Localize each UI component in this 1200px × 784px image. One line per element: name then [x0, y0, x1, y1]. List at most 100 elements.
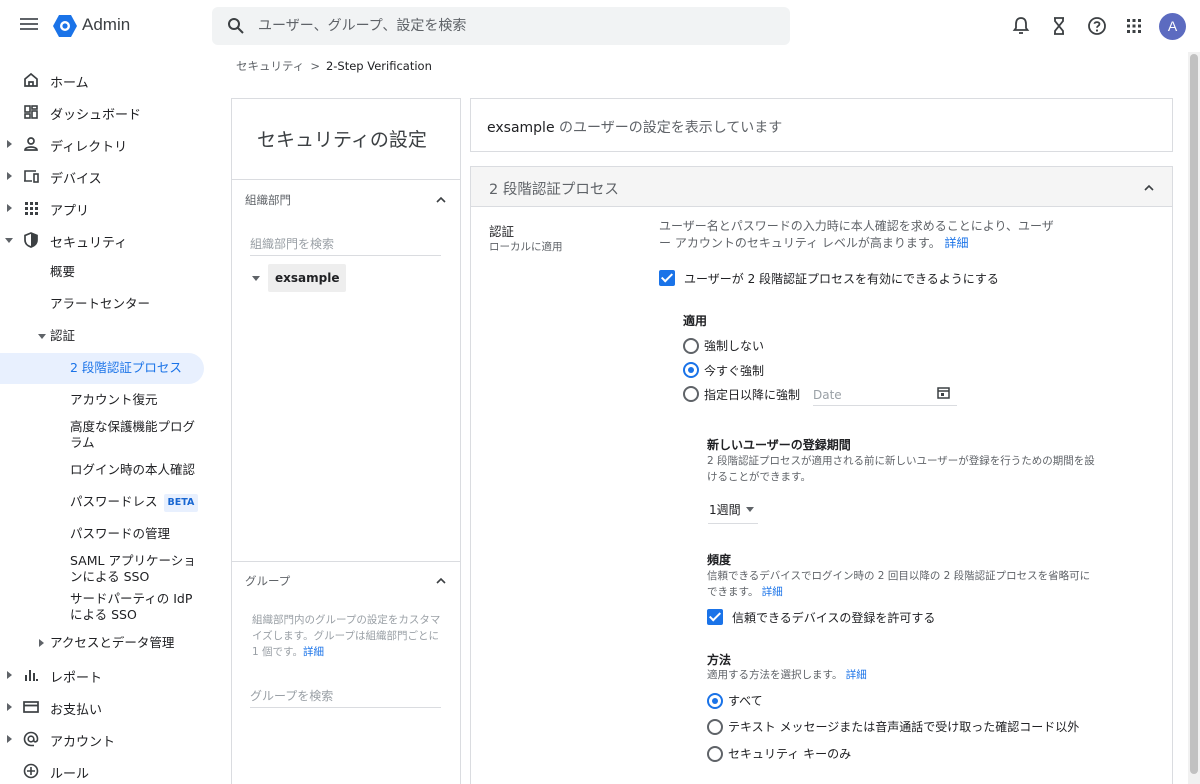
chevron-up-icon[interactable]	[436, 576, 446, 586]
sidebar-item-alert-center[interactable]: アラートセンター	[0, 289, 204, 319]
dropdown-arrow-icon	[746, 507, 754, 512]
method-all-radio[interactable]	[707, 693, 723, 709]
enforcement-title: 適用	[683, 314, 708, 328]
search-icon	[228, 18, 244, 34]
enforce-now-label: 今すぐ強制	[704, 364, 765, 378]
sidebar-item-authentication[interactable]: 認証	[0, 321, 204, 351]
expand-caret-icon[interactable]	[7, 735, 12, 743]
sidebar-item-third-party-idp-sso[interactable]: サードパーティの IdP による SSO	[0, 587, 204, 625]
sidebar-item-login-challenge[interactable]: ログイン時の本人確認	[0, 455, 204, 485]
expand-caret-icon[interactable]	[7, 204, 12, 212]
apps-grid-icon	[25, 202, 38, 215]
org-unit-search-input[interactable]	[250, 232, 441, 256]
method-except-sms-label: テキスト メッセージまたは音声通話で受け取った確認コード以外	[728, 720, 1080, 734]
sidebar-item-password-management[interactable]: パスワードの管理	[0, 519, 204, 549]
help-icon[interactable]	[1086, 15, 1108, 37]
enforce-date-input[interactable]	[813, 384, 957, 406]
expand-caret-icon[interactable]	[7, 703, 12, 711]
sidebar-item-overview[interactable]: 概要	[0, 257, 204, 287]
method-security-key-radio[interactable]	[707, 746, 723, 762]
sidebar-item-passwordless[interactable]: パスワードレス BETA	[0, 487, 204, 517]
apps-launcher-icon[interactable]	[1123, 15, 1145, 37]
sidebar-item-access-data-control[interactable]: アクセスとデータ管理	[0, 628, 204, 658]
sidebar-item-account[interactable]: アカウント	[0, 724, 204, 754]
expand-caret-icon[interactable]	[7, 140, 12, 148]
method-except-sms-radio[interactable]	[707, 719, 723, 735]
breadcrumb-parent[interactable]: セキュリティ	[236, 59, 304, 73]
enforce-off-radio[interactable]	[683, 338, 699, 354]
sidebar-item-label: 高度な保護機能プログラム	[70, 419, 196, 450]
sidebar-item-account-recovery[interactable]: アカウント復元	[0, 385, 204, 415]
2sv-learn-more-link[interactable]: 詳細	[945, 236, 969, 250]
sidebar-item-2sv[interactable]: 2 段階認証プロセス	[0, 353, 204, 384]
enrollment-period-select[interactable]: 1週間	[708, 498, 758, 524]
sidebar-item-security[interactable]: セキュリティ	[0, 225, 204, 255]
method-all-label: すべて	[728, 694, 763, 708]
method-learn-more-link[interactable]: 詳細	[846, 669, 867, 681]
sidebar-item-home[interactable]: ホーム	[0, 65, 204, 95]
sidebar-item-label: ログイン時の本人確認	[70, 462, 196, 477]
sidebar-item-label: 概要	[50, 264, 76, 279]
org-tree-caret-icon[interactable]	[252, 276, 260, 281]
sidebar-item-apps[interactable]: アプリ	[0, 193, 204, 223]
viewing-org-name: exsample	[487, 120, 555, 136]
panel-title: セキュリティの設定	[257, 129, 427, 151]
frequency-description: 信頼できるデバイスでログイン時の 2 回目以降の 2 段階認証プロセスを省略可に…	[707, 568, 1100, 600]
main-menu-icon[interactable]	[18, 15, 40, 37]
calendar-icon[interactable]	[937, 386, 950, 399]
sidebar-item-label: ルール	[50, 767, 90, 782]
sidebar-item-label: ホーム	[50, 76, 89, 91]
scrollbar-thumb[interactable]	[1190, 54, 1198, 774]
search-input[interactable]	[258, 14, 768, 38]
groups-description-text: 組織部門内のグループの設定をカスタマイズします。グループは組織部門ごとに 1 個…	[252, 614, 441, 658]
enforce-now-radio[interactable]	[683, 362, 699, 378]
expand-caret-icon[interactable]	[39, 639, 44, 647]
chevron-up-icon[interactable]	[1144, 183, 1154, 193]
page-scrollbar[interactable]	[1188, 52, 1200, 784]
sidebar-item-label: デバイス	[50, 172, 102, 187]
frequency-learn-more-link[interactable]: 詳細	[762, 586, 783, 598]
notifications-bell-icon[interactable]	[1010, 15, 1032, 37]
sidebar-item-directory[interactable]: ディレクトリ	[0, 129, 204, 159]
method-title: 方法	[707, 653, 732, 667]
viewing-info-text: exsample のユーザーの設定を表示しています	[487, 117, 782, 137]
sidebar-item-dashboard[interactable]: ダッシュボード	[0, 97, 204, 127]
group-search-input[interactable]	[250, 684, 441, 708]
expand-caret-icon[interactable]	[7, 172, 12, 180]
sidebar-item-devices[interactable]: デバイス	[0, 161, 204, 191]
card-header[interactable]: 2 段階認証プロセス	[471, 167, 1172, 207]
sidebar-item-reports[interactable]: レポート	[0, 660, 204, 690]
credit-card-icon	[23, 701, 39, 713]
enforce-from-date-radio[interactable]	[683, 386, 699, 402]
method-security-key-label: セキュリティ キーのみ	[728, 747, 852, 761]
divider	[232, 179, 460, 180]
card-title: 2 段階認証プロセス	[489, 182, 619, 198]
sidebar-item-saml-sso[interactable]: SAML アプリケーションによる SSO	[0, 549, 204, 587]
sidebar-item-rules[interactable]: ルール	[0, 756, 204, 784]
groups-header: グループ	[245, 574, 291, 588]
enable-2sv-checkbox[interactable]	[659, 270, 675, 286]
trusted-device-checkbox[interactable]	[707, 609, 723, 625]
sidebar-item-advanced-protection[interactable]: 高度な保護機能プログラム	[0, 414, 204, 454]
expand-caret-icon[interactable]	[7, 671, 12, 679]
groups-learn-more-link[interactable]: 詳細	[303, 646, 324, 658]
frequency-title: 頻度	[707, 553, 732, 567]
hourglass-tasks-icon[interactable]	[1048, 15, 1070, 37]
security-settings-panel: セキュリティの設定 組織部門 exsample グループ 組織部門内のグループの…	[231, 98, 461, 784]
2sv-description-text: ユーザー名とパスワードの入力時に本人確認を求めることにより、ユーザー アカウント…	[659, 219, 1054, 250]
2sv-description: ユーザー名とパスワードの入力時に本人確認を求めることにより、ユーザー アカウント…	[659, 218, 1055, 252]
user-avatar[interactable]: A	[1159, 13, 1186, 40]
top-bar: Admin A	[0, 0, 1200, 52]
sidebar-item-billing[interactable]: お支払い	[0, 692, 204, 722]
org-units-header: 組織部門	[245, 193, 291, 207]
shield-icon	[24, 232, 38, 248]
chevron-up-icon[interactable]	[436, 195, 446, 205]
enforce-from-date-label: 指定日以降に強制	[704, 388, 801, 402]
beta-badge: BETA	[163, 494, 199, 512]
rules-icon	[23, 763, 39, 779]
search-bar[interactable]	[212, 7, 790, 45]
org-unit-node[interactable]: exsample	[268, 264, 347, 292]
collapse-caret-icon[interactable]	[5, 238, 13, 243]
collapse-caret-icon[interactable]	[38, 334, 46, 339]
sidebar-item-label: レポート	[50, 671, 103, 686]
